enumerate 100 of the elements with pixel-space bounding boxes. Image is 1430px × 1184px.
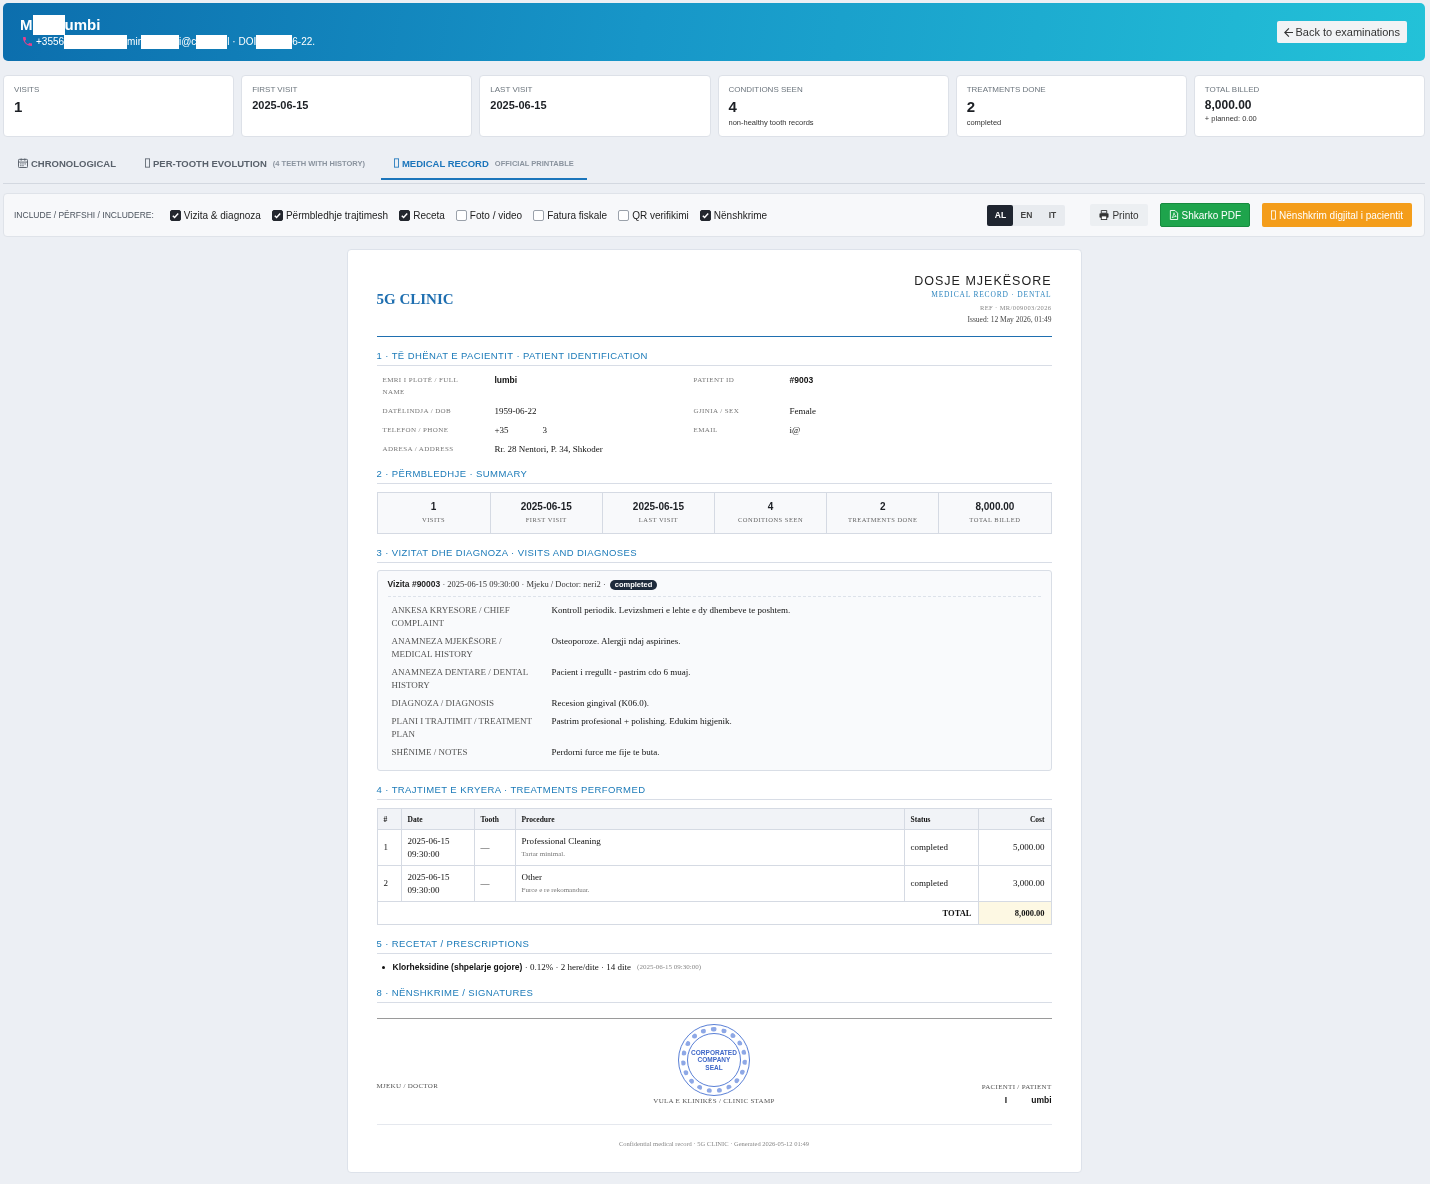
stat-label: CONDITIONS SEEN bbox=[728, 84, 803, 95]
field-value: #9003 bbox=[789, 374, 815, 387]
include-option[interactable]: Përmbledhje trajtimesh bbox=[271, 209, 389, 221]
stat-value: 1 bbox=[14, 98, 23, 116]
patient-name: M bbox=[20, 16, 33, 33]
section-heading: 2 · PËRMBLEDHJE · SUMMARY bbox=[376, 467, 1052, 484]
visit-field-label: ANAMNEZA MJEKËSORE / MEDICAL HISTORY bbox=[391, 635, 503, 661]
checkbox-icon[interactable] bbox=[618, 209, 630, 221]
contact-text: +3556 bbox=[36, 36, 65, 47]
summary-value: 1 bbox=[430, 500, 437, 513]
checkbox-icon[interactable] bbox=[455, 209, 467, 221]
print-icon bbox=[1099, 210, 1110, 220]
redaction-block bbox=[196, 34, 228, 49]
summary-value: 4 bbox=[767, 500, 774, 513]
visit-field-value: Osteoporoze. Alergji ndaj aspirines. bbox=[551, 635, 682, 648]
summary-value: 2 bbox=[879, 500, 886, 513]
table-cell: 3,000.00 bbox=[978, 865, 1051, 902]
redaction-block bbox=[141, 34, 179, 49]
include-option[interactable]: Fatura fiskale bbox=[533, 209, 608, 221]
include-option[interactable]: Foto / video bbox=[455, 209, 523, 221]
visit-field-label: ANKESA KRYESORE / CHIEF COMPLAINT bbox=[391, 604, 511, 630]
missing-glyph-icon bbox=[144, 158, 150, 168]
total-label: TOTAL bbox=[377, 901, 978, 925]
table-cell: — bbox=[474, 829, 515, 866]
language-option[interactable]: AL bbox=[987, 204, 1014, 226]
table-cell: — bbox=[474, 865, 515, 902]
field-value: lumbi bbox=[494, 374, 519, 387]
stat-value: 2025-06-15 bbox=[490, 98, 547, 112]
include-option[interactable]: Nënshkrime bbox=[699, 209, 768, 221]
visit-field-value: Pastrim profesional + polishing. Edukim higjenik. bbox=[551, 715, 733, 728]
contact-text: l · DOI bbox=[227, 36, 257, 47]
section-heading: 3 · VIZITAT DHE DIAGNOZA · VISITS AND DIAGNOSES bbox=[376, 546, 1052, 563]
bullet-icon bbox=[381, 966, 385, 969]
summary-value: 8,000.00 bbox=[975, 500, 1015, 513]
include-option[interactable]: Receta bbox=[399, 209, 445, 221]
checkbox-icon[interactable] bbox=[271, 209, 283, 221]
table-cell: completed bbox=[904, 865, 978, 902]
contact-text: 6-22. bbox=[292, 36, 316, 47]
field-value: Rr. 28 Nentori, P. 34, Shkoder bbox=[494, 443, 604, 455]
patient-name: umbi bbox=[64, 16, 101, 33]
visit-field-value: Recesion gingival (K06.0). bbox=[551, 697, 650, 710]
table-cell: 2025-06-15 09:30:00 bbox=[401, 829, 474, 866]
visit-field-value: Kontroll periodik. Levizshmeri e lehte e dy dhembeve te poshtem. bbox=[551, 604, 792, 617]
table-cell: 5,000.00 bbox=[978, 829, 1051, 866]
stat-value: 2 bbox=[966, 98, 975, 116]
stat-label: FIRST VISIT bbox=[252, 84, 298, 95]
stat-value: 8,000.00 bbox=[1204, 98, 1252, 112]
back-button[interactable]: Back to examinations bbox=[1277, 21, 1407, 43]
visit-field-label: SHËNIME / NOTES bbox=[391, 746, 469, 759]
prescription-text: Klorheksidine (shpelarje gojore) · 0.12% · 2 here/dite · 14 dite bbox=[392, 961, 632, 974]
field-value: Female bbox=[789, 405, 817, 417]
missing-glyph-icon bbox=[1271, 210, 1277, 220]
visit-field-value: Pacient i rregullt - pastrim cdo 6 muaj. bbox=[551, 666, 692, 679]
visit-field-value: Perdorni furce me fije te buta. bbox=[551, 746, 661, 759]
stat-label: LAST VISIT bbox=[490, 84, 533, 95]
visit-field-label: DIAGNOZA / DIAGNOSIS bbox=[391, 697, 495, 710]
checkbox-icon[interactable] bbox=[399, 209, 411, 221]
language-option[interactable]: EN bbox=[1013, 204, 1040, 226]
include-label: INCLUDE / PËRFSHI / INCLUDERE: bbox=[14, 210, 154, 220]
section-heading: 8 · NËNSHKRIME / SIGNATURES bbox=[376, 986, 1052, 1003]
stat-label: VISITS bbox=[14, 84, 40, 95]
summary-value: 2025-06-15 bbox=[520, 500, 572, 513]
phone-icon bbox=[23, 37, 32, 46]
stat-label: TOTAL BILLED bbox=[1204, 84, 1260, 95]
summary-value: 2025-06-15 bbox=[632, 500, 684, 513]
checkbox-icon[interactable] bbox=[169, 209, 181, 221]
contact-text: i@c bbox=[179, 36, 197, 47]
stat-label: TREATMENTS DONE bbox=[966, 84, 1046, 95]
document-title: DOSJE MJEKËSORE bbox=[914, 273, 1052, 289]
stat-value: 4 bbox=[728, 98, 737, 116]
calendar-icon bbox=[18, 158, 28, 168]
checkbox-icon[interactable] bbox=[699, 209, 711, 221]
include-option[interactable]: QR verifikimi bbox=[618, 209, 689, 221]
checkbox-icon[interactable] bbox=[533, 209, 545, 221]
table-cell: 2 bbox=[377, 865, 401, 902]
pdf-file-icon bbox=[1168, 210, 1179, 220]
arrow-left-icon bbox=[1284, 27, 1294, 37]
clinic-name: 5G CLINIC bbox=[376, 291, 454, 308]
visit-header: Vizita #90003 · 2025-06-15 09:30:00 · Mjeku / Doctor: neri2 · bbox=[387, 578, 606, 591]
field-value: +35 3 bbox=[494, 424, 549, 436]
field-value: i@ bbox=[789, 424, 802, 436]
table-cell: completed bbox=[904, 829, 978, 866]
missing-glyph-icon bbox=[393, 158, 399, 168]
table-cell: 2025-06-15 09:30:00 bbox=[401, 865, 474, 902]
visit-field-label: PLANI I TRAJTIMIT / TREATMENT PLAN bbox=[391, 715, 533, 741]
contact-text: mir bbox=[127, 36, 141, 47]
visit-field-label: ANAMNEZA DENTARE / DENTAL HISTORY bbox=[391, 666, 529, 692]
language-option[interactable]: IT bbox=[1039, 204, 1066, 226]
field-value: 1959-06-22 bbox=[494, 405, 538, 417]
action-button[interactable]: Printo bbox=[1090, 204, 1148, 226]
include-option[interactable]: Vizita & diagnoza bbox=[169, 209, 261, 221]
procedure-name: Other bbox=[521, 871, 543, 884]
procedure-name: Professional Cleaning bbox=[521, 835, 602, 848]
tab[interactable]: CHRONOLOGICAL bbox=[5, 148, 129, 180]
stat-value: 2025-06-15 bbox=[252, 98, 309, 112]
patient-signature-name: I umbi bbox=[1004, 1094, 1052, 1106]
redaction-block bbox=[256, 34, 293, 49]
table-cell: 1 bbox=[377, 829, 401, 866]
section-heading: 1 · TË DHËNAT E PACIENTIT · PATIENT IDENTIFICATION bbox=[376, 349, 1052, 366]
section-heading: 4 · TRAJTIMET E KRYERA · TREATMENTS PERFORMED bbox=[376, 783, 1052, 800]
